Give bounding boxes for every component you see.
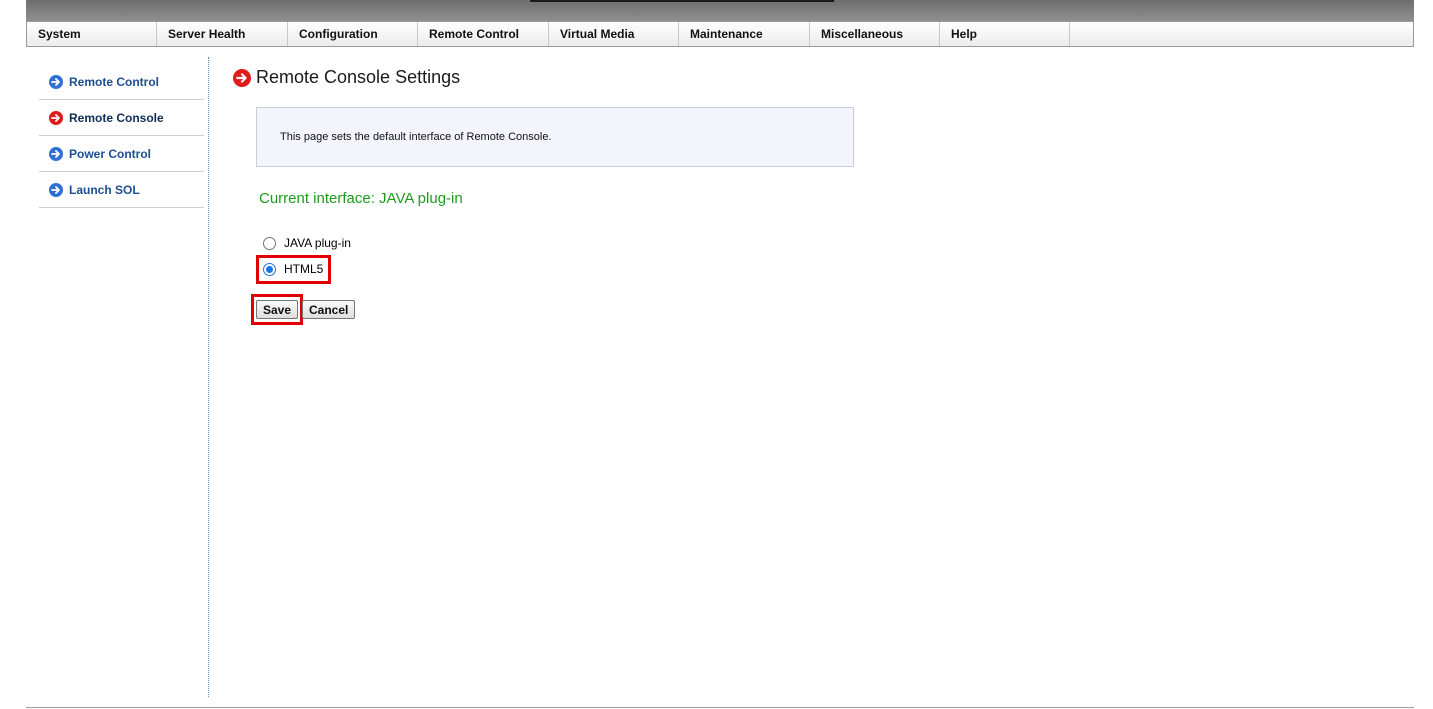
menu-remote-control[interactable]: Remote Control: [418, 22, 549, 46]
sidebar-item-label: Remote Console: [69, 110, 164, 125]
info-text: This page sets the default interface of …: [280, 131, 552, 143]
sidebar-item-launch-sol[interactable]: Launch SOL: [39, 172, 204, 208]
html5-label: HTML5: [284, 262, 324, 276]
sidebar-item-remote-console[interactable]: Remote Console: [39, 100, 204, 136]
option-html5[interactable]: HTML5: [263, 262, 323, 276]
arrow-right-circle-icon: [49, 110, 63, 125]
sidebar-item-remote-control[interactable]: Remote Control: [39, 64, 204, 100]
menu-configuration[interactable]: Configuration: [288, 22, 418, 46]
top-banner: [26, 0, 1414, 21]
option-java-plugin[interactable]: JAVA plug-in: [263, 236, 351, 250]
cancel-button[interactable]: Cancel: [302, 300, 355, 319]
page-title: Remote Console Settings: [256, 67, 461, 87]
sidebar-item-label: Launch SOL: [69, 182, 140, 197]
current-interface-status: Current interface: JAVA plug-in: [259, 190, 463, 207]
java-plugin-label: JAVA plug-in: [284, 236, 351, 250]
menu-help[interactable]: Help: [940, 22, 1070, 46]
arrow-right-circle-icon: [49, 182, 63, 197]
menu-maintenance[interactable]: Maintenance: [679, 22, 810, 46]
sidebar-divider: [208, 57, 209, 697]
menu-system[interactable]: System: [27, 22, 157, 46]
menu-server-health[interactable]: Server Health: [157, 22, 288, 46]
save-button[interactable]: Save: [256, 300, 298, 319]
footer-divider: [26, 707, 1414, 708]
page-header: Remote Console Settings: [233, 67, 460, 88]
menu-miscellaneous[interactable]: Miscellaneous: [810, 22, 940, 46]
arrow-right-circle-icon: [49, 146, 63, 161]
banner-accent: [530, 0, 834, 2]
menu-virtual-media[interactable]: Virtual Media: [549, 22, 679, 46]
sidebar-item-power-control[interactable]: Power Control: [39, 136, 204, 172]
sidebar-item-label: Remote Control: [69, 74, 159, 89]
main-menu-bar: System Server Health Configuration Remot…: [26, 21, 1414, 47]
info-panel: This page sets the default interface of …: [256, 107, 854, 167]
sidebar-item-label: Power Control: [69, 146, 152, 161]
html5-radio[interactable]: [263, 262, 276, 276]
arrow-right-circle-icon: [49, 74, 63, 89]
java-plugin-radio[interactable]: [263, 236, 276, 250]
arrow-right-circle-icon: [233, 68, 251, 87]
sidebar: Remote Control Remote Console Power Cont…: [39, 64, 204, 208]
